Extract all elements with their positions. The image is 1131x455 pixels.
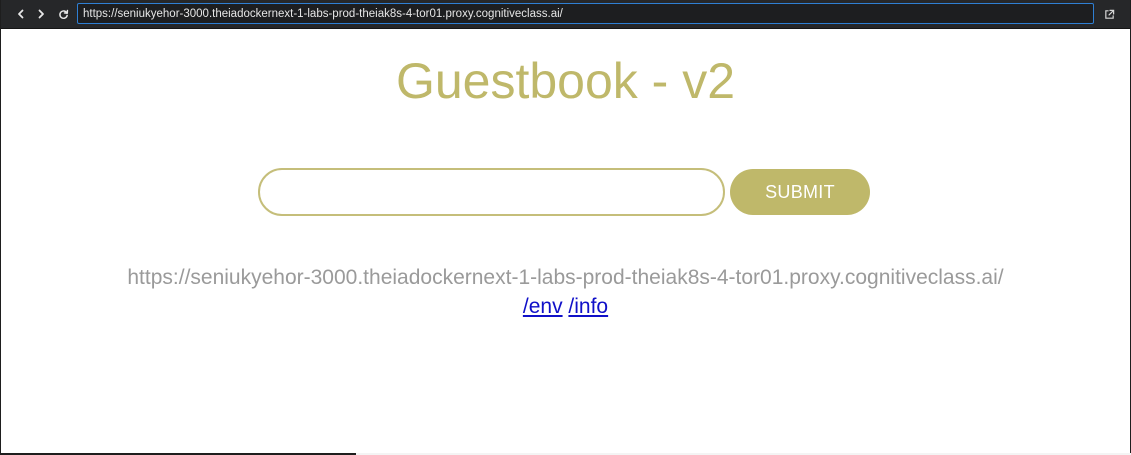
page-content: Guestbook - v2 SUBMIT https://seniukyeho… [1,29,1130,453]
info-link[interactable]: /info [568,295,608,318]
submit-button[interactable]: SUBMIT [730,169,870,215]
address-bar[interactable] [77,3,1094,24]
env-link[interactable]: /env [523,295,563,318]
guestbook-entry-input[interactable] [258,168,725,216]
external-link-icon [1104,9,1114,19]
info-links: /env /info [1,294,1130,320]
back-button[interactable] [11,4,31,24]
chevron-right-icon [38,9,44,19]
browser-toolbar [1,0,1130,29]
forward-button[interactable] [31,4,51,24]
reload-button[interactable] [53,4,73,24]
open-external-button[interactable] [1099,4,1119,24]
chevron-left-icon [18,9,24,19]
reload-icon [58,9,68,19]
browser-window: Guestbook - v2 SUBMIT https://seniukyeho… [0,0,1131,455]
host-address-text: https://seniukyehor-3000.theiadockernext… [127,266,1004,289]
page-title: Guestbook - v2 [395,53,736,109]
